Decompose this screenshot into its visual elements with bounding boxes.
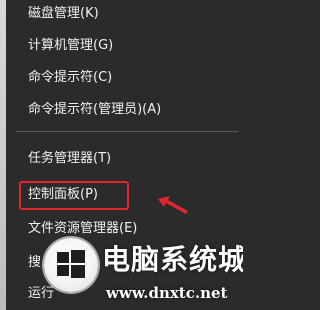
menu-item-task-manager[interactable]: 任务管理器(T) [6, 141, 243, 177]
watermark-url: www.dnxtc.net [106, 284, 228, 302]
windows-logo-icon [44, 238, 98, 292]
watermark-title: 电脑系统城 [102, 243, 243, 276]
highlight-box-control-panel [19, 181, 129, 210]
red-arrow-icon [158, 196, 188, 214]
menu-item-computer-management[interactable]: 计算机管理(G) [6, 28, 243, 64]
screenshot-canvas: 磁盘管理(K) 计算机管理(G) 命令提示符(C) 命令提示符(管理员)(A) … [0, 0, 243, 310]
menu-separator [16, 131, 238, 132]
watermark: 电脑系统城 www.dnxtc.net [40, 236, 243, 310]
menu-item-command-prompt[interactable]: 命令提示符(C) [6, 60, 243, 96]
menu-item-command-prompt-admin[interactable]: 命令提示符(管理员)(A) [6, 92, 243, 128]
